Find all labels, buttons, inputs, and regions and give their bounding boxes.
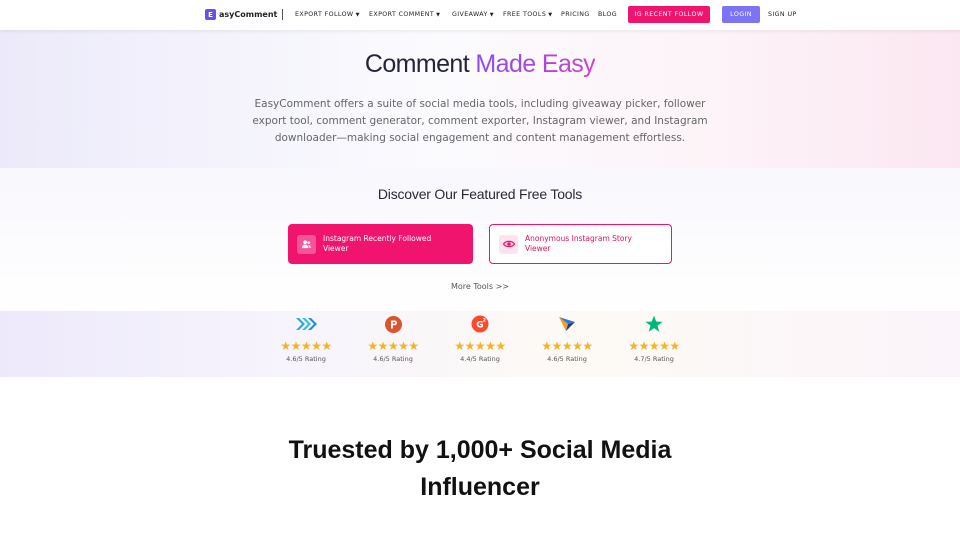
svg-text:2: 2 [483,318,486,324]
login-button[interactable]: LOGIN [722,6,760,23]
ig-recent-follow-button[interactable]: IG RECENT FOLLOW [628,6,710,23]
logo-mark: E [205,9,216,20]
rating-text: 4.6/5 Rating [373,355,413,363]
nav-giveaway-label: GIVEAWAY [452,11,488,18]
nav-blog[interactable]: BLOG [598,11,617,18]
nav-export-follow-label: EXPORT FOLLOW [295,11,354,18]
eye-icon [499,234,518,254]
rating-item: ★★★★★ 4.7/5 Rating [624,314,684,363]
tool-card-recently-followed[interactable]: Instagram Recently Followed Viewer [288,224,473,264]
trusted-line-1: Truested by 1,000+ Social Media [288,436,672,464]
producthunt-icon [363,314,423,334]
page: E asyComment EXPORT FOLLOW ▼ EXPORT COMME… [0,0,960,540]
featured-tools-title: Discover Our Featured Free Tools [377,186,583,202]
nav-export-comment-label: EXPORT COMMENT [369,11,435,18]
caret-down-icon: ▼ [436,12,441,18]
star-rating: ★★★★★ [367,339,419,353]
star-rating: ★★★★★ [280,339,332,353]
hero-title: Comment Made Easy [0,50,960,79]
nav-export-comment[interactable]: EXPORT COMMENT ▼ [369,11,440,18]
hero-title-accent: Made Easy [475,50,596,78]
hero-title-plain: Comment [364,50,476,78]
logo-text: asyComment [219,10,278,19]
caret-down-icon: ▼ [489,12,494,18]
rating-item: ★★★★★ 4.6/5 Rating [537,314,597,363]
star-rating: ★★★★★ [628,339,680,353]
caret-down-icon: ▼ [548,12,553,18]
g2-icon: G 2 [450,314,510,334]
hero-description: EasyComment offers a suite of social med… [252,98,708,144]
rating-text: 4.7/5 Rating [634,355,674,363]
nav-pricing[interactable]: PRICING [561,11,590,18]
nav-free-tools-label: FREE TOOLS [503,11,547,18]
rating-text: 4.4/5 Rating [460,355,500,363]
signup-link[interactable]: SIGN UP [768,11,797,18]
getapp-icon [537,314,597,334]
top-nav: E asyComment EXPORT FOLLOW ▼ EXPORT COMME… [0,0,960,30]
nav-free-tools[interactable]: FREE TOOLS ▼ [503,11,552,18]
capterra-icon [276,314,336,334]
trusted-line-2: Influencer [420,473,540,501]
trustpilot-icon [624,314,684,334]
rating-item: ★★★★★ 4.6/5 Rating [363,314,423,363]
star-rating: ★★★★★ [541,339,593,353]
trusted-heading: Truested by 1,000+ Social Media Influenc… [230,432,730,506]
logo[interactable]: E asyComment [205,9,277,20]
rating-item: ★★★★★ 4.6/5 Rating [276,314,336,363]
star-rating: ★★★★★ [454,339,506,353]
tool-label: Anonymous Instagram Story Viewer [525,234,632,253]
nav-giveaway[interactable]: GIVEAWAY ▼ [452,11,494,18]
nav-export-follow[interactable]: EXPORT FOLLOW ▼ [295,11,360,18]
rating-text: 4.6/5 Rating [547,355,587,363]
more-tools-link[interactable]: More Tools >> [0,282,960,291]
nav-divider [282,9,283,20]
rating-text: 4.6/5 Rating [286,355,326,363]
tool-card-story-viewer[interactable]: Anonymous Instagram Story Viewer [489,224,672,264]
caret-down-icon: ▼ [355,12,360,18]
tool-label: Instagram Recently Followed Viewer [323,234,432,253]
users-icon [297,234,316,254]
rating-item: G 2 ★★★★★ 4.4/5 Rating [450,314,510,363]
